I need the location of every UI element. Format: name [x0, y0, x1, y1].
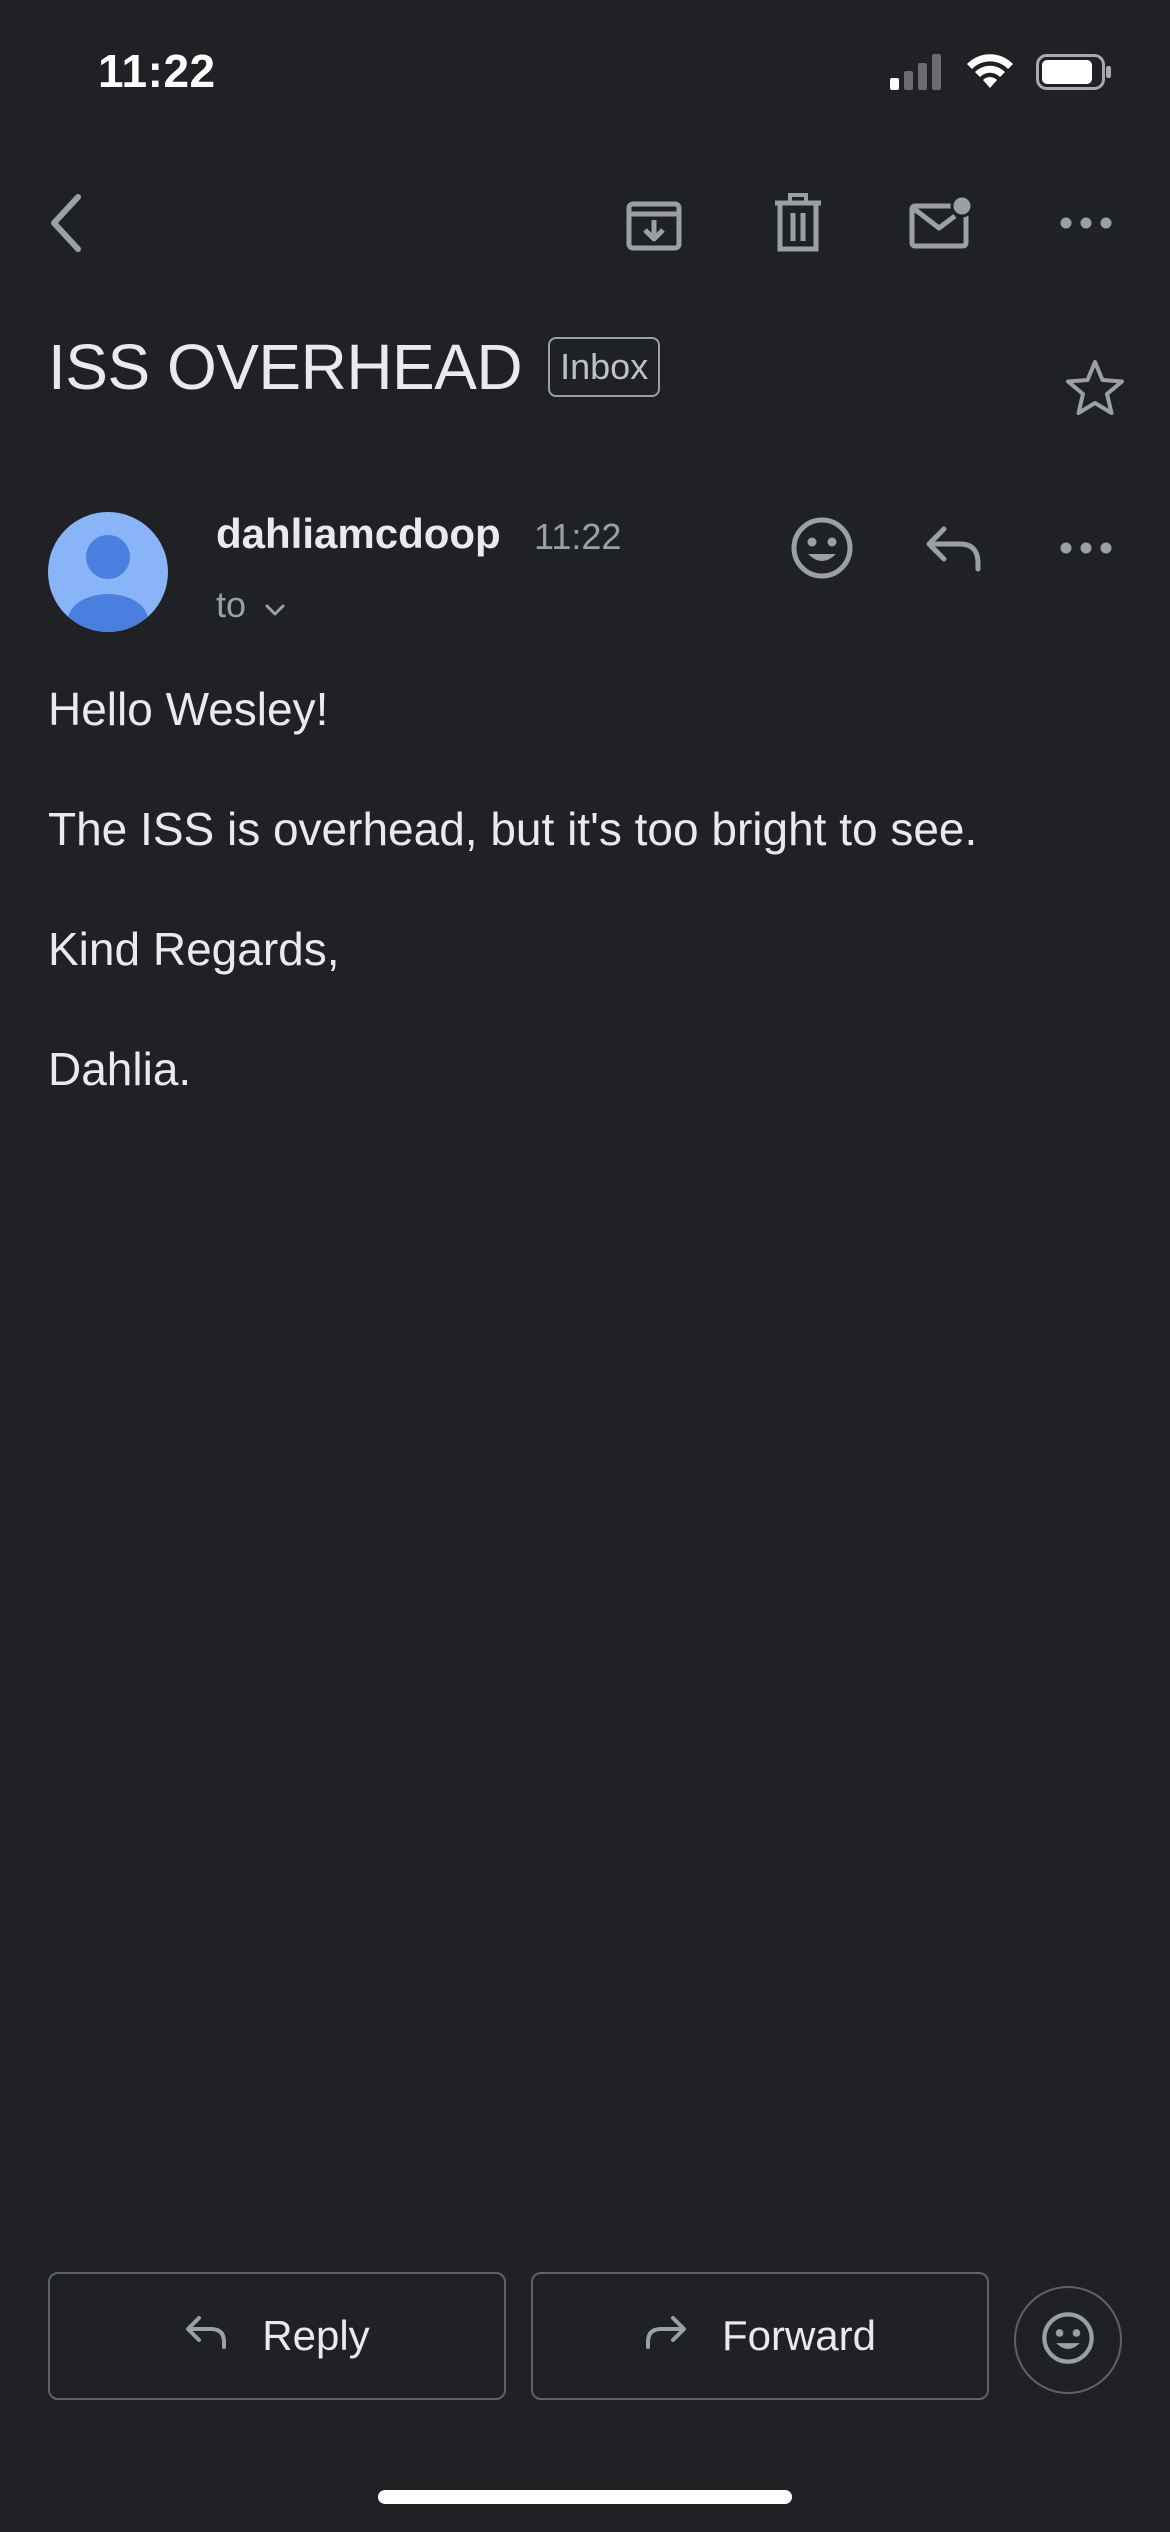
emoji-reaction-button[interactable] [1014, 2286, 1122, 2394]
body-line: Kind Regards, [48, 923, 340, 975]
subject-row: ISS OVERHEAD Inbox [48, 330, 661, 404]
cellular-signal-icon [890, 54, 944, 95]
trash-icon [771, 192, 825, 258]
sender-avatar[interactable] [48, 512, 168, 632]
reply-label: Reply [262, 2312, 370, 2359]
body-line: The ISS is overhead, but it's too bright… [48, 803, 978, 855]
more-horizontal-icon [1060, 541, 1112, 559]
reply-icon [924, 523, 984, 578]
emoji-smile-icon [1041, 2311, 1095, 2370]
recipient-details-toggle[interactable]: to [216, 584, 286, 626]
person-icon [68, 535, 148, 632]
wifi-icon [966, 54, 1014, 95]
email-body: Hello Wesley! The ISS is overhead, but i… [48, 680, 1128, 1160]
mark-unread-button[interactable] [892, 170, 992, 280]
forward-button[interactable]: Forward [531, 2272, 989, 2400]
archive-icon [625, 194, 683, 257]
more-options-button[interactable] [1036, 170, 1136, 280]
message-time: 11:22 [534, 516, 622, 557]
back-button[interactable] [16, 170, 116, 280]
status-bar: 11:22 [0, 0, 1170, 150]
mail-unread-icon [909, 194, 975, 257]
status-time: 11:22 [98, 45, 216, 97]
battery-icon [1036, 54, 1112, 95]
delete-button[interactable] [748, 170, 848, 280]
sender-name[interactable]: dahliamcdoop [216, 510, 501, 558]
recipient-prefix: to [216, 584, 247, 625]
status-icons [890, 54, 1112, 95]
forward-label: Forward [721, 2312, 877, 2359]
body-line: Dahlia. [48, 1043, 192, 1095]
message-toolbar [0, 170, 1170, 280]
reply-icon-button[interactable] [904, 500, 1004, 600]
chevron-left-icon [46, 193, 86, 258]
emoji-smile-icon [790, 516, 854, 585]
reply-icon [184, 2312, 228, 2360]
reply-button[interactable]: Reply [48, 2272, 506, 2400]
inbox-label-chip[interactable]: Inbox [548, 337, 661, 397]
archive-button[interactable] [604, 170, 704, 280]
star-outline-icon [1064, 358, 1126, 423]
more-horizontal-icon [1060, 216, 1112, 234]
home-indicator[interactable] [378, 2490, 792, 2504]
add-reaction-button[interactable] [772, 500, 872, 600]
body-line: Hello Wesley! [48, 683, 329, 735]
email-subject: ISS OVERHEAD [48, 331, 523, 403]
star-button[interactable] [1050, 345, 1140, 435]
message-more-button[interactable] [1036, 500, 1136, 600]
forward-icon [644, 2312, 688, 2360]
chevron-down-icon [264, 584, 286, 626]
